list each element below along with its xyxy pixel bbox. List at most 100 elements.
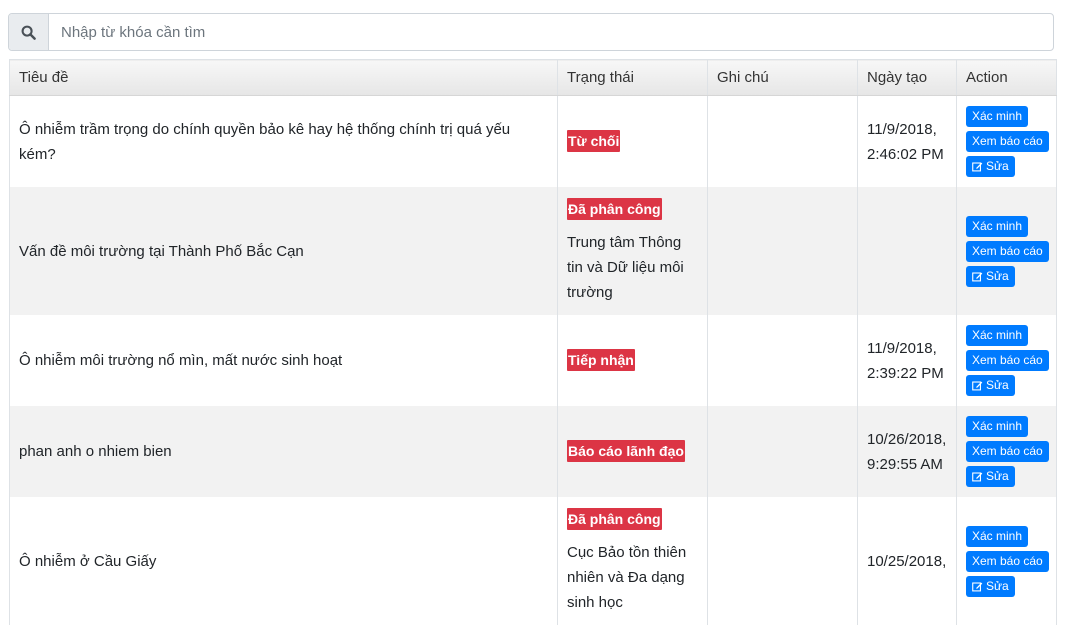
cell-status: Đã phân công Trung tâm Thông tin và Dữ l… (558, 187, 708, 315)
edit-icon (972, 581, 983, 592)
status-badge: Đã phân công (567, 508, 662, 530)
edit-icon (972, 161, 983, 172)
view-report-button[interactable]: Xem báo cáo (966, 551, 1049, 572)
edit-label: Sửa (986, 268, 1009, 285)
cell-created: 10/25/2018, (858, 497, 957, 625)
edit-button[interactable]: Sửa (966, 375, 1015, 396)
table-row: Vấn đề môi trường tại Thành Phố Bắc Cạn … (10, 187, 1057, 315)
cell-action: Xác minh Xem báo cáo Sửa (957, 96, 1057, 188)
view-report-label: Xem báo cáo (972, 443, 1043, 460)
cell-created (858, 187, 957, 315)
report-title[interactable]: Vấn đề môi trường tại Thành Phố Bắc Cạn (19, 243, 304, 260)
view-report-button[interactable]: Xem báo cáo (966, 241, 1049, 262)
edit-icon (972, 380, 983, 391)
cell-title: phan anh o nhiem bien (10, 406, 558, 497)
edit-button[interactable]: Sửa (966, 156, 1015, 177)
edit-label: Sửa (986, 468, 1009, 485)
created-time: 2:39:22 PM (867, 361, 947, 386)
edit-label: Sửa (986, 377, 1009, 394)
action-group: Xác minh Xem báo cáo Sửa (966, 325, 1047, 396)
edit-icon (972, 271, 983, 282)
table-row: phan anh o nhiem bien Báo cáo lãnh đạo 1… (10, 406, 1057, 497)
table-row: Ô nhiễm ở Cầu Giấy Đã phân công Cục Bảo … (10, 497, 1057, 625)
report-title[interactable]: Ô nhiễm trầm trọng do chính quyền bảo kê… (19, 121, 510, 163)
cell-status: Tiếp nhận (558, 315, 708, 406)
edit-button[interactable]: Sửa (966, 466, 1015, 487)
report-title[interactable]: Ô nhiễm ở Cầu Giấy (19, 553, 156, 570)
cell-action: Xác minh Xem báo cáo Sửa (957, 406, 1057, 497)
view-report-label: Xem báo cáo (972, 352, 1043, 369)
report-title[interactable]: Ô nhiễm môi trường nổ mìn, mất nước sinh… (19, 352, 342, 369)
cell-note (708, 497, 858, 625)
cell-note (708, 315, 858, 406)
report-table: Tiêu đề Trạng thái Ghi chú Ngày tạo Acti… (9, 59, 1057, 625)
status-badge: Tiếp nhận (567, 349, 635, 371)
verify-button[interactable]: Xác minh (966, 325, 1028, 346)
status-badge: Từ chối (567, 130, 620, 152)
verify-button[interactable]: Xác minh (966, 216, 1028, 237)
cell-created: 11/9/2018, 2:46:02 PM (858, 96, 957, 188)
header-status[interactable]: Trạng thái (558, 60, 708, 96)
status-badge: Đã phân công (567, 198, 662, 220)
verify-label: Xác minh (972, 218, 1022, 235)
header-created[interactable]: Ngày tạo (858, 60, 957, 96)
cell-note (708, 96, 858, 188)
report-title[interactable]: phan anh o nhiem bien (19, 443, 172, 460)
created-date: 11/9/2018, (867, 117, 947, 142)
created-time: 9:29:55 AM (867, 452, 947, 477)
cell-note (708, 187, 858, 315)
view-report-label: Xem báo cáo (972, 553, 1043, 570)
cell-title: Ô nhiễm ở Cầu Giấy (10, 497, 558, 625)
view-report-label: Xem báo cáo (972, 243, 1043, 260)
verify-button[interactable]: Xác minh (966, 526, 1028, 547)
cell-title: Ô nhiễm trầm trọng do chính quyền bảo kê… (10, 96, 558, 188)
action-group: Xác minh Xem báo cáo Sửa (966, 416, 1047, 487)
table-body: Ô nhiễm trầm trọng do chính quyền bảo kê… (10, 96, 1057, 625)
table-row: Ô nhiễm trầm trọng do chính quyền bảo kê… (10, 96, 1057, 188)
view-report-button[interactable]: Xem báo cáo (966, 131, 1049, 152)
cell-created: 10/26/2018, 9:29:55 AM (858, 406, 957, 497)
cell-action: Xác minh Xem báo cáo Sửa (957, 315, 1057, 406)
header-action: Action (957, 60, 1057, 96)
edit-label: Sửa (986, 158, 1009, 175)
edit-icon (972, 471, 983, 482)
table-header-row: Tiêu đề Trạng thái Ghi chú Ngày tạo Acti… (10, 60, 1057, 96)
view-report-label: Xem báo cáo (972, 133, 1043, 150)
verify-label: Xác minh (972, 327, 1022, 344)
cell-title: Ô nhiễm môi trường nổ mìn, mất nước sinh… (10, 315, 558, 406)
cell-status: Từ chối (558, 96, 708, 188)
search-bar (8, 13, 1054, 51)
assigned-unit: Trung tâm Thông tin và Dữ liệu môi trườn… (567, 230, 698, 305)
assigned-unit: Cục Bảo tồn thiên nhiên và Đa dạng sinh … (567, 540, 698, 615)
search-icon (21, 25, 36, 40)
created-time: 2:46:02 PM (867, 142, 947, 167)
search-button[interactable] (9, 14, 49, 50)
edit-button[interactable]: Sửa (966, 266, 1015, 287)
edit-label: Sửa (986, 578, 1009, 595)
cell-note (708, 406, 858, 497)
search-input[interactable] (49, 14, 1053, 50)
cell-action: Xác minh Xem báo cáo Sửa (957, 497, 1057, 625)
created-date: 11/9/2018, (867, 336, 947, 361)
table-row: Ô nhiễm môi trường nổ mìn, mất nước sinh… (10, 315, 1057, 406)
verify-label: Xác minh (972, 108, 1022, 125)
cell-title: Vấn đề môi trường tại Thành Phố Bắc Cạn (10, 187, 558, 315)
header-note[interactable]: Ghi chú (708, 60, 858, 96)
verify-button[interactable]: Xác minh (966, 106, 1028, 127)
action-group: Xác minh Xem báo cáo Sửa (966, 526, 1047, 597)
edit-button[interactable]: Sửa (966, 576, 1015, 597)
cell-created: 11/9/2018, 2:39:22 PM (858, 315, 957, 406)
cell-status: Đã phân công Cục Bảo tồn thiên nhiên và … (558, 497, 708, 625)
created-date: 10/25/2018, (867, 549, 947, 574)
cell-status: Báo cáo lãnh đạo (558, 406, 708, 497)
view-report-button[interactable]: Xem báo cáo (966, 350, 1049, 371)
action-group: Xác minh Xem báo cáo Sửa (966, 106, 1047, 177)
verify-button[interactable]: Xác minh (966, 416, 1028, 437)
status-badge: Báo cáo lãnh đạo (567, 440, 685, 462)
view-report-button[interactable]: Xem báo cáo (966, 441, 1049, 462)
header-title[interactable]: Tiêu đề (10, 60, 558, 96)
action-group: Xác minh Xem báo cáo Sửa (966, 216, 1047, 287)
created-date: 10/26/2018, (867, 427, 947, 452)
report-table-container: Tiêu đề Trạng thái Ghi chú Ngày tạo Acti… (9, 59, 1056, 625)
verify-label: Xác minh (972, 528, 1022, 545)
